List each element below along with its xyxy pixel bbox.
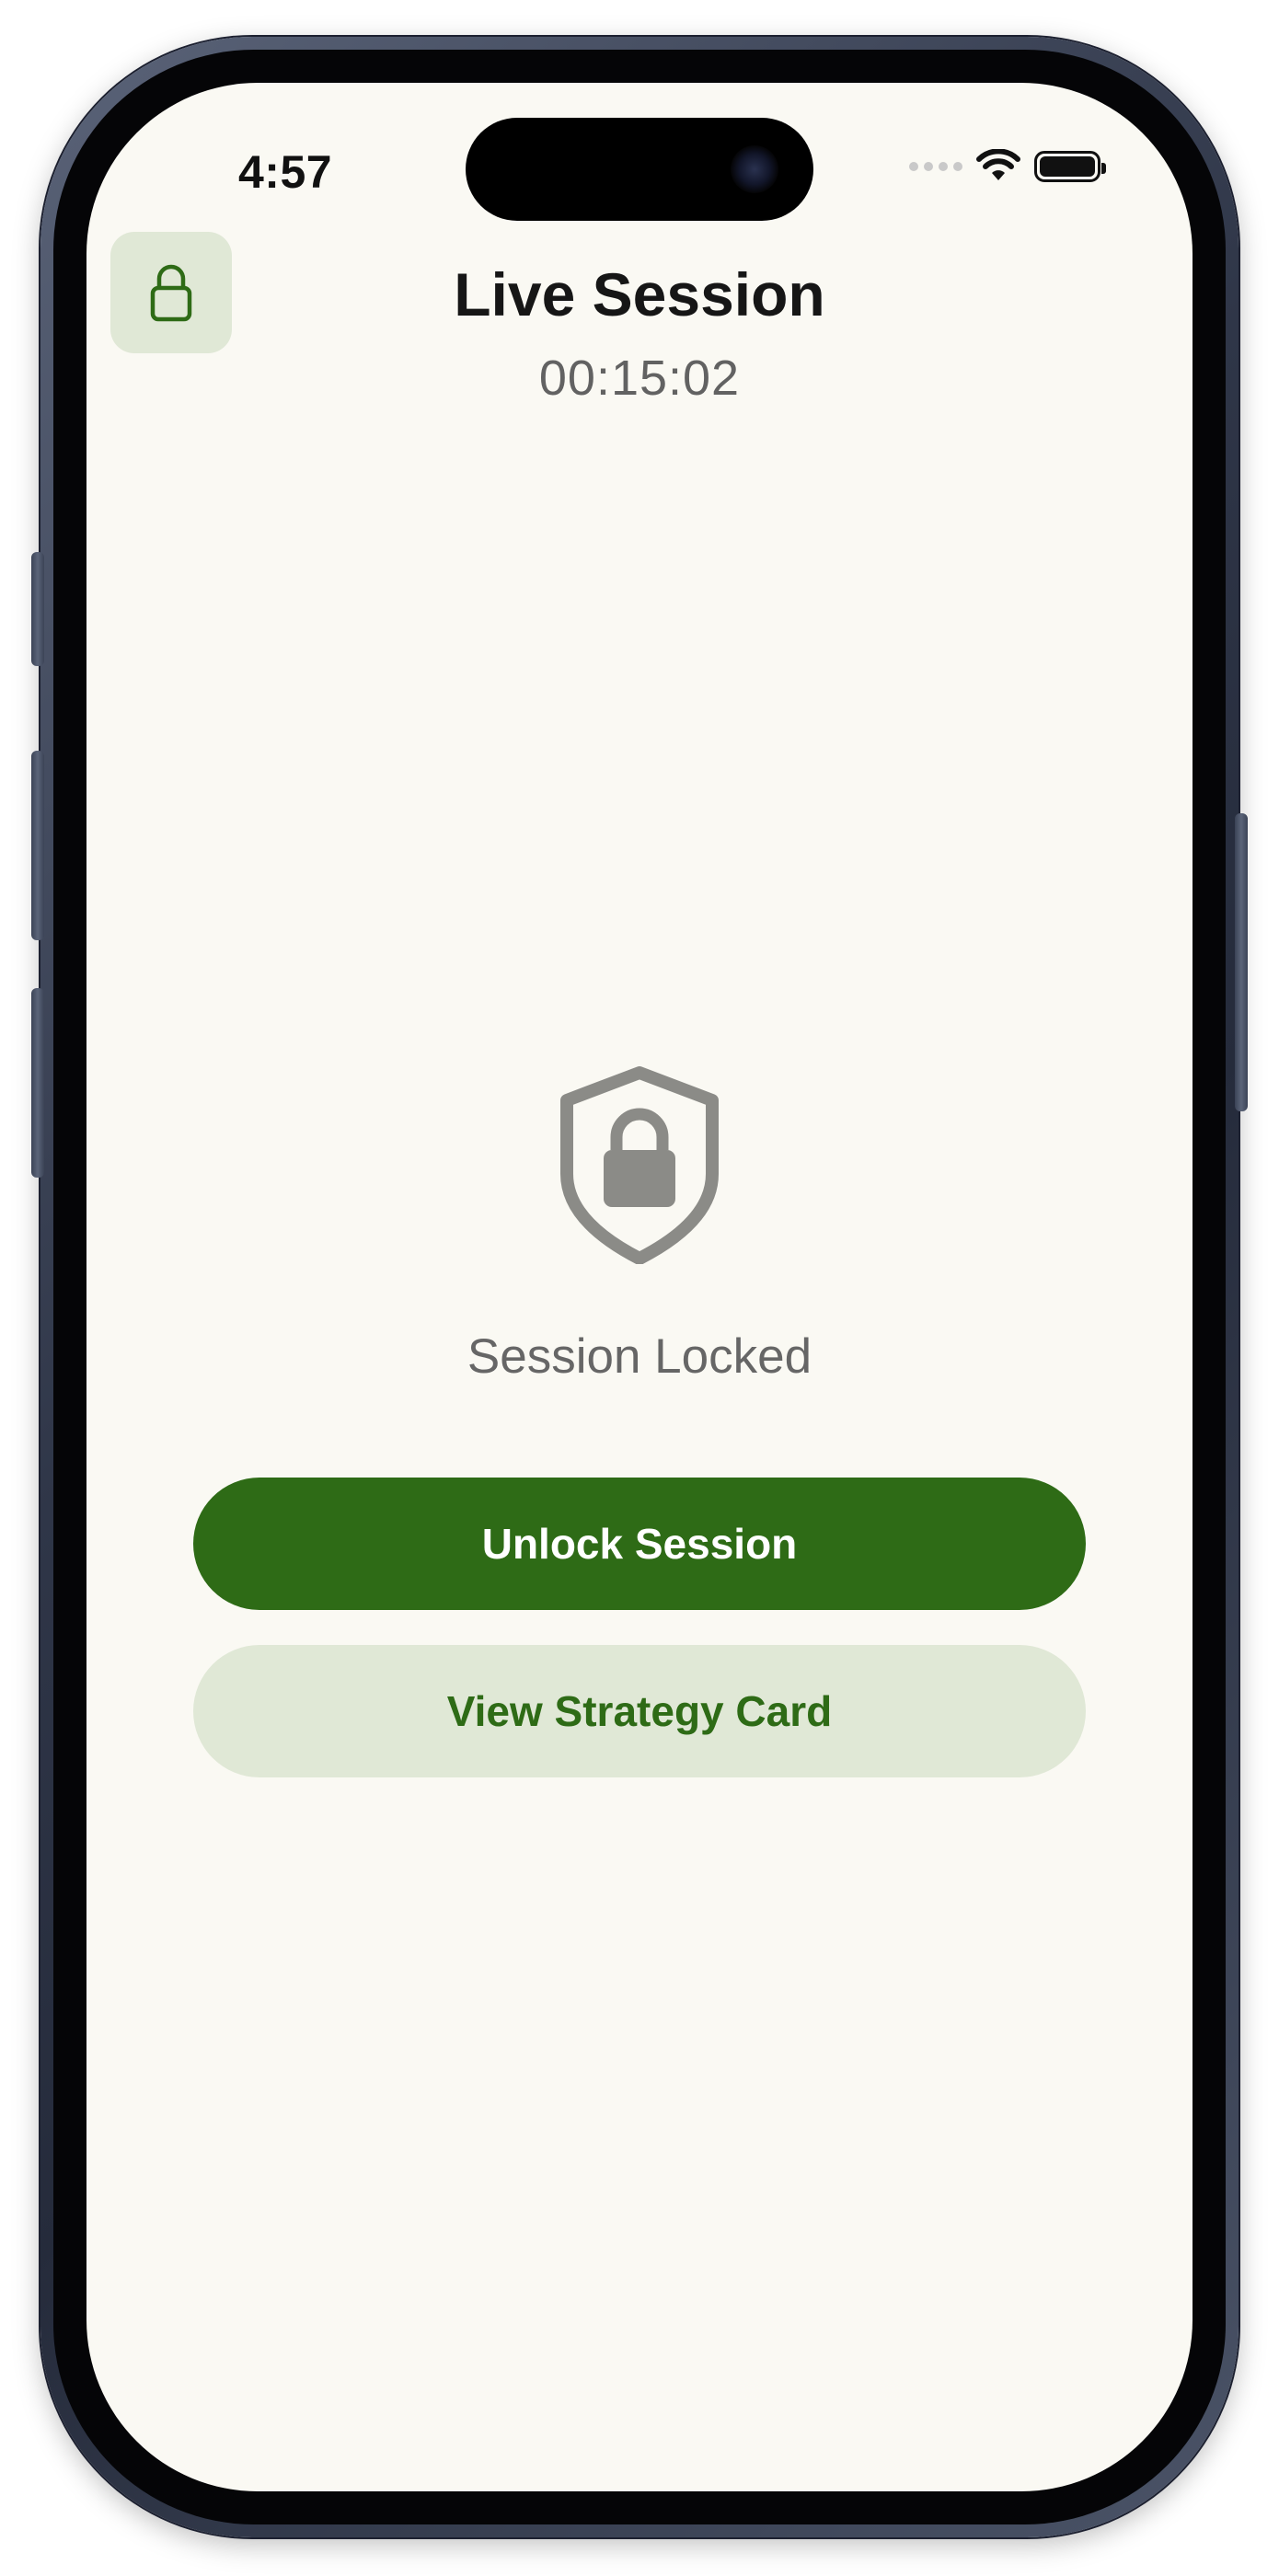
session-timer: 00:15:02 <box>538 351 741 406</box>
unlock-session-button[interactable]: Unlock Session <box>193 1478 1086 1610</box>
view-strategy-card-button[interactable]: View Strategy Card <box>193 1645 1086 1777</box>
shield-lock-icon <box>560 1066 719 1264</box>
volume-up-button <box>31 751 44 940</box>
page-title: Live Session <box>454 260 825 328</box>
action-button <box>31 552 44 666</box>
cellular-signal-icon <box>909 162 962 171</box>
power-button <box>1235 813 1248 1111</box>
wifi-icon <box>976 149 1020 180</box>
status-bar-indicators <box>909 149 1106 184</box>
app-screen: 4:57 Live Session 00:15:02 Session Locke… <box>86 83 1193 2491</box>
session-locked-label: Session Locked <box>467 1329 812 1384</box>
camera-lens <box>731 145 778 193</box>
dynamic-island <box>466 118 813 221</box>
volume-down-button <box>31 988 44 1178</box>
battery-icon <box>1034 151 1106 182</box>
status-bar-time: 4:57 <box>238 146 333 198</box>
